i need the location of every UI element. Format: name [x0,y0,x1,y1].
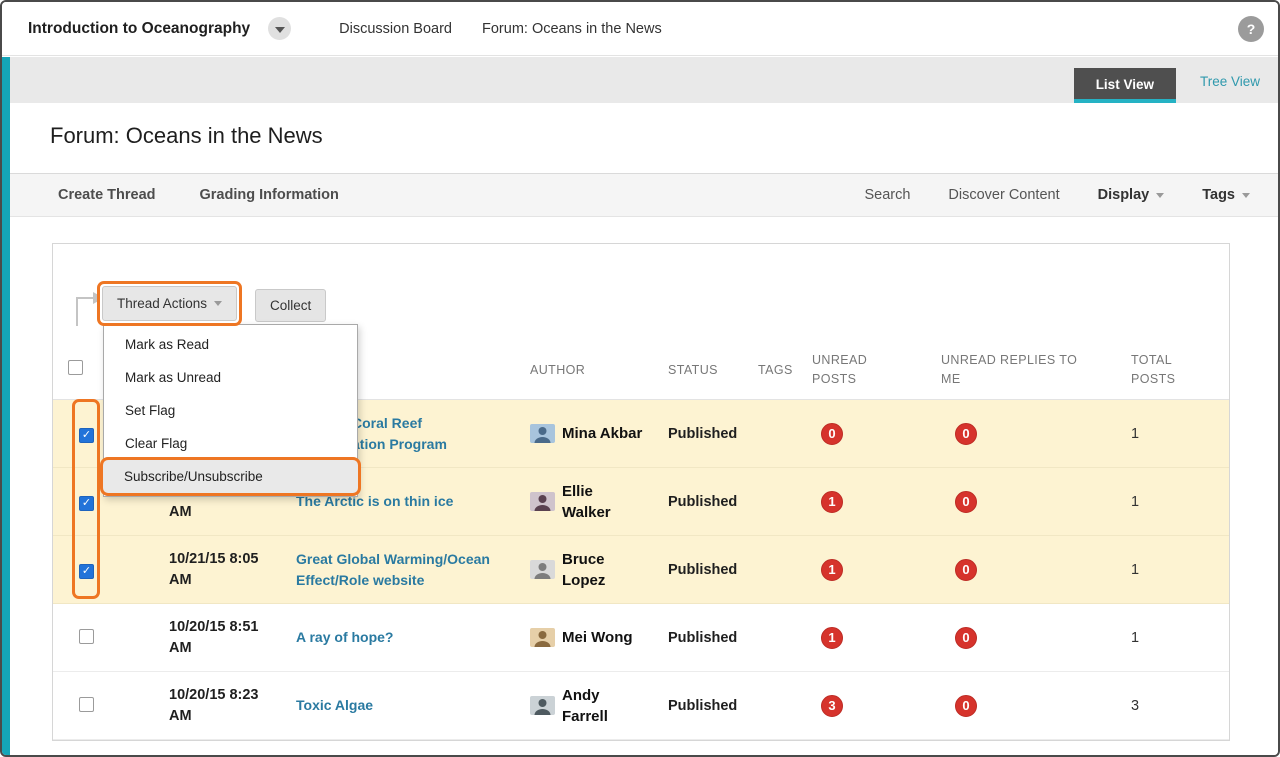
avatar [530,424,555,443]
thread-title-link[interactable]: Toxic Algae [296,697,373,713]
tab-list-view[interactable]: List View [1074,68,1176,103]
avatar [530,560,555,579]
grading-information-button[interactable]: Grading Information [200,187,339,203]
row-checkbox[interactable] [79,496,94,511]
top-bar: Introduction to Oceanography Discussion … [2,2,1278,56]
thread-date: 10/21/15 8:05 AM [169,549,279,591]
avatar [530,696,555,715]
nav-forum-current: Forum: Oceans in the News [482,21,662,37]
tags-menu-label: Tags [1202,187,1235,203]
status-label: Published [668,630,737,646]
total-posts-value: 1 [1131,630,1139,646]
unread-replies-badge[interactable]: 0 [955,491,977,513]
display-menu-button[interactable]: Display [1098,187,1165,203]
thread-date: 10/20/15 8:51 AM [169,617,279,659]
thread-actions-menu: Mark as Read Mark as Unread Set Flag Cle… [103,324,358,497]
menu-item-mark-as-unread[interactable]: Mark as Unread [104,361,357,394]
author-name: Mei Wong [562,627,633,648]
unread-posts-badge[interactable]: 1 [821,627,843,649]
teal-accent-stripe [2,57,10,755]
author-name: Andy Farrell [562,685,608,727]
chevron-down-icon [1156,193,1164,198]
header-tags: TAGS [744,361,798,380]
search-button[interactable]: Search [864,187,910,203]
thread-row: 10/20/15 8:51 AM A ray of hope? Mei Wong… [53,604,1229,672]
unread-posts-badge[interactable]: 3 [821,695,843,717]
thread-title-link[interactable]: Great Global Warming/Ocean Effect/Role w… [296,551,490,588]
avatar [530,492,555,511]
select-all-checkbox[interactable] [68,360,83,375]
author-name: Ellie Walker [562,481,611,523]
avatar [530,628,555,647]
course-menu-button[interactable] [268,17,291,40]
nav-discussion-board[interactable]: Discussion Board [339,21,452,37]
row-checkbox[interactable] [79,428,94,443]
author-name: Mina Akbar [562,423,642,444]
total-posts-value: 1 [1131,494,1139,510]
page-title: Forum: Oceans in the News [50,123,323,148]
header-total-posts: TOTAL POSTS [1131,351,1191,389]
thread-title-link[interactable]: A ray of hope? [296,629,394,645]
annotation-box-thread-actions: Thread Actions [97,281,242,326]
collect-button[interactable]: Collect [255,289,326,322]
header-status: STATUS [654,361,744,380]
unread-posts-badge[interactable]: 1 [821,559,843,581]
tab-tree-view[interactable]: Tree View [1200,74,1260,103]
help-button[interactable]: ? [1238,16,1264,42]
unread-replies-badge[interactable]: 0 [955,423,977,445]
row-checkbox[interactable] [79,697,94,712]
view-tabs-band: List View Tree View [10,57,1278,103]
status-label: Published [668,426,737,442]
status-label: Published [668,698,737,714]
status-label: Published [668,494,737,510]
tags-menu-button[interactable]: Tags [1202,187,1250,203]
unread-posts-badge[interactable]: 0 [821,423,843,445]
header-unread-replies: UNREAD REPLIES TO ME [941,351,1091,389]
total-posts-value: 1 [1131,426,1139,442]
thread-date: 10/20/15 8:23 AM [169,685,279,727]
row-checkbox[interactable] [79,629,94,644]
main-region: List View Tree View Forum: Oceans in the… [2,57,1278,755]
menu-item-set-flag[interactable]: Set Flag [104,394,357,427]
header-unread-posts: UNREAD POSTS [812,351,882,389]
chevron-down-icon [1242,193,1250,198]
app-window: Introduction to Oceanography Discussion … [0,0,1280,757]
row-checkbox[interactable] [79,564,94,579]
thread-list-panel: Thread Actions Collect Mark as Read Mark… [52,243,1230,741]
view-tabs: List View Tree View [1074,68,1260,103]
menu-item-clear-flag[interactable]: Clear Flag [104,427,357,460]
create-thread-button[interactable]: Create Thread [58,187,156,203]
unread-replies-badge[interactable]: 0 [955,627,977,649]
action-bar: Create Thread Grading Information Search… [10,173,1278,217]
unread-replies-badge[interactable]: 0 [955,695,977,717]
discover-content-button[interactable]: Discover Content [948,187,1059,203]
menu-item-subscribe-unsubscribe[interactable]: Subscribe/Unsubscribe [103,460,358,493]
thread-actions-button[interactable]: Thread Actions [102,286,237,321]
total-posts-value: 3 [1131,698,1139,714]
unread-posts-badge[interactable]: 1 [821,491,843,513]
display-menu-label: Display [1098,187,1150,203]
thread-row: 10/20/15 8:23 AM Toxic Algae Andy Farrel… [53,672,1229,740]
title-section: Forum: Oceans in the News [10,103,1278,173]
chevron-down-icon [214,301,222,306]
author-name: Bruce Lopez [562,549,605,591]
thread-actions-label: Thread Actions [117,296,207,311]
thread-row: 10/21/15 8:05 AM Great Global Warming/Oc… [53,536,1229,604]
unread-replies-badge[interactable]: 0 [955,559,977,581]
header-author: AUTHOR [514,361,654,380]
menu-item-mark-as-read[interactable]: Mark as Read [104,328,357,361]
collect-label: Collect [270,298,311,313]
course-title: Introduction to Oceanography [28,20,250,38]
chevron-down-icon [275,27,285,33]
total-posts-value: 1 [1131,562,1139,578]
status-label: Published [668,562,737,578]
